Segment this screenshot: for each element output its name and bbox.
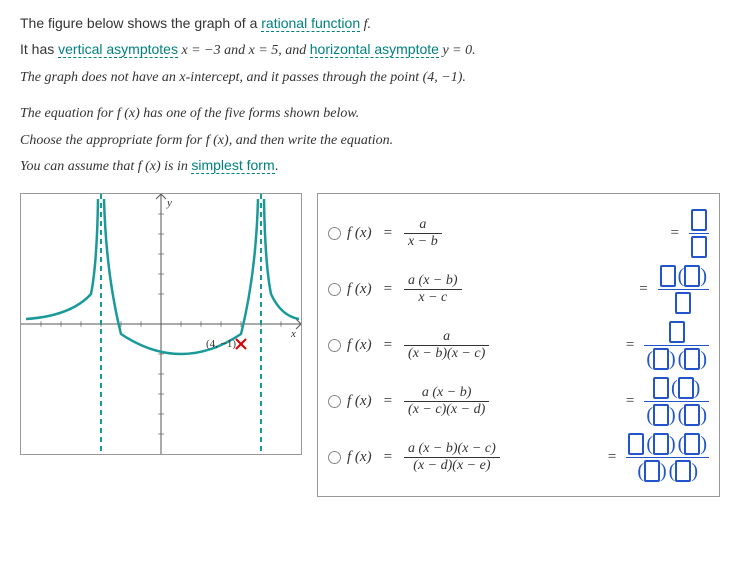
- equals: =: [620, 337, 640, 354]
- answer-input-2[interactable]: (): [658, 264, 709, 314]
- text: .: [275, 157, 279, 173]
- radio-option-3[interactable]: [328, 339, 341, 352]
- x-axis-label: x: [290, 328, 296, 340]
- equals: =: [620, 393, 640, 410]
- fraction-template: a x − b: [404, 217, 442, 250]
- form-option-4: f (x) = a (x − b) (x − c)(x − d) = () ()…: [328, 376, 709, 426]
- answer-input-1[interactable]: [689, 208, 709, 258]
- radio-option-2[interactable]: [328, 283, 341, 296]
- text: It has: [20, 41, 58, 57]
- answer-input-3[interactable]: ()(): [644, 320, 709, 370]
- equals: =: [378, 337, 398, 354]
- equals: =: [633, 281, 653, 298]
- form-option-1: f (x) = a x − b =: [328, 208, 709, 258]
- link-horizontal-asymptote[interactable]: horizontal asymptote: [310, 41, 439, 58]
- form-option-2: f (x) = a (x − b) x − c = (): [328, 264, 709, 314]
- forms-list: f (x) = a x − b = f (x) = a (x − b) x − …: [317, 193, 720, 497]
- text: The equation for f (x) has one of the fi…: [20, 106, 359, 121]
- fx-label: f (x): [347, 225, 372, 242]
- graph-svg: (4, −1) x y: [21, 194, 301, 454]
- fx-label: f (x): [347, 281, 372, 298]
- problem-statement: The figure below shows the graph of a ra…: [20, 12, 720, 178]
- equals: =: [602, 449, 622, 466]
- graph: (4, −1) x y: [20, 193, 302, 455]
- fraction-template: a (x − b) (x − c)(x − d): [404, 385, 489, 418]
- equals: =: [378, 225, 398, 242]
- equals: =: [665, 225, 685, 242]
- link-rational-function[interactable]: rational function: [261, 15, 360, 32]
- answer-input-5[interactable]: ()() ()(): [626, 432, 709, 482]
- fx-label: f (x): [347, 393, 372, 410]
- radio-option-4[interactable]: [328, 395, 341, 408]
- text: The graph does not have an x-intercept, …: [20, 70, 466, 85]
- text: y = 0.: [439, 43, 476, 58]
- fraction-template: a (x − b) x − c: [404, 273, 462, 306]
- text: f.: [360, 17, 371, 32]
- fx-label: f (x): [347, 449, 372, 466]
- equals: =: [378, 449, 398, 466]
- fraction-template: a (x − b)(x − c): [404, 329, 489, 362]
- equals: =: [378, 393, 398, 410]
- answer-input-4[interactable]: () ()(): [644, 376, 709, 426]
- fraction-template: a (x − b)(x − c) (x − d)(x − e): [404, 441, 500, 474]
- text: You can assume that f (x) is in: [20, 159, 191, 174]
- radio-option-1[interactable]: [328, 227, 341, 240]
- form-option-3: f (x) = a (x − b)(x − c) = ()(): [328, 320, 709, 370]
- text: Choose the appropriate form for f (x), a…: [20, 133, 393, 148]
- radio-option-5[interactable]: [328, 451, 341, 464]
- link-vertical-asymptotes[interactable]: vertical asymptotes: [58, 41, 178, 58]
- equals: =: [378, 281, 398, 298]
- link-simplest-form[interactable]: simplest form: [191, 157, 274, 174]
- text: The figure below shows the graph of a: [20, 15, 261, 31]
- y-axis-label: y: [166, 197, 172, 209]
- form-option-5: f (x) = a (x − b)(x − c) (x − d)(x − e) …: [328, 432, 709, 482]
- point-label: (4, −1): [206, 338, 236, 350]
- text: x = −3 and x = 5, and: [178, 43, 310, 58]
- fx-label: f (x): [347, 337, 372, 354]
